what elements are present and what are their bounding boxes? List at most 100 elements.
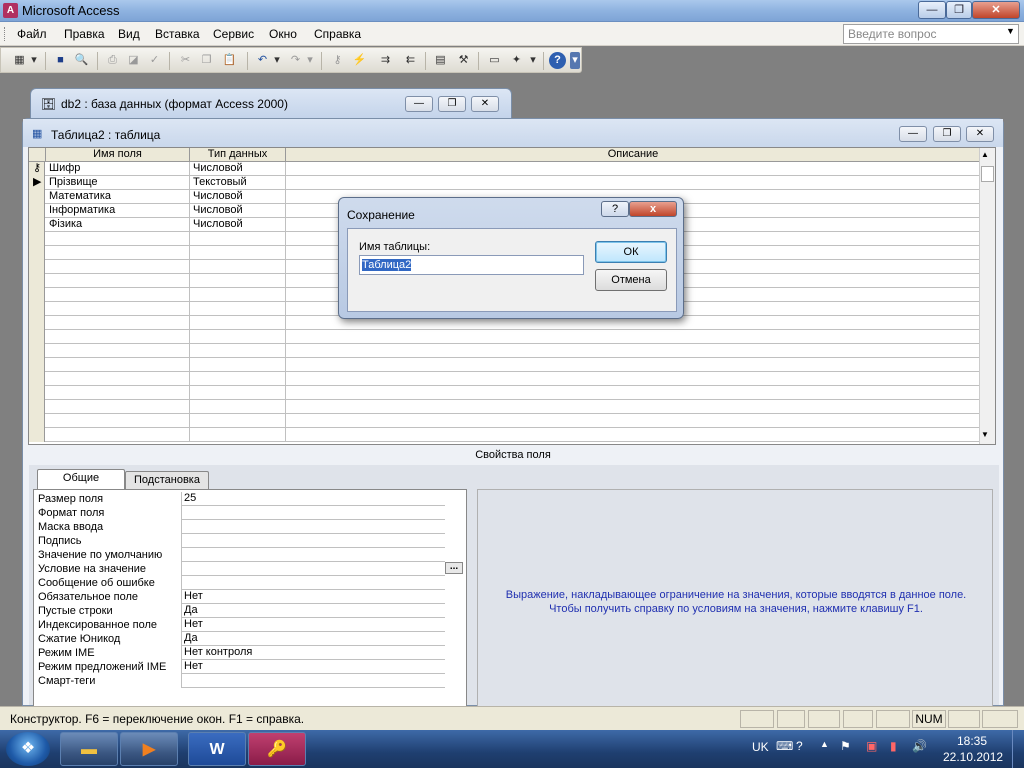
field-name-cell[interactable]	[46, 316, 190, 330]
menu-edit[interactable]: Правка	[64, 27, 105, 41]
grid-vertical-scrollbar[interactable]: ▲ ▼	[979, 148, 995, 444]
table-close-button[interactable]: ✕	[966, 126, 994, 142]
field-name-cell[interactable]	[46, 428, 190, 442]
save-icon[interactable]: ■	[52, 52, 69, 69]
help-tray-icon[interactable]: ?	[796, 739, 803, 753]
table-row[interactable]: ⚷ Шифр Числовой	[29, 162, 981, 176]
field-name-cell[interactable]: Фізика	[46, 218, 190, 232]
data-type-cell[interactable]	[190, 316, 286, 330]
field-name-cell[interactable]	[46, 330, 190, 344]
description-cell[interactable]	[286, 386, 981, 400]
field-name-cell[interactable]: Математика	[46, 190, 190, 204]
dialog-help-button[interactable]: ?	[601, 201, 629, 217]
row-selector[interactable]	[29, 414, 45, 428]
row-selector[interactable]	[29, 372, 45, 386]
clock-time[interactable]: 18:35	[957, 734, 987, 748]
scroll-up-icon[interactable]: ▲	[981, 150, 989, 159]
field-name-cell[interactable]	[46, 344, 190, 358]
undo-icon[interactable]: ↶	[254, 52, 271, 69]
data-type-cell[interactable]: Числовой	[190, 218, 286, 232]
data-type-cell[interactable]	[190, 246, 286, 260]
row-selector[interactable]	[29, 428, 45, 442]
redo-icon[interactable]: ↷	[287, 52, 304, 69]
row-selector[interactable]	[29, 316, 45, 330]
field-name-cell[interactable]	[46, 288, 190, 302]
data-type-cell[interactable]	[190, 386, 286, 400]
minimize-button[interactable]: —	[918, 1, 946, 19]
row-selector[interactable]	[29, 344, 45, 358]
description-cell[interactable]	[286, 428, 981, 442]
flag-icon[interactable]: ⚑	[840, 739, 851, 753]
field-name-cell[interactable]	[46, 302, 190, 316]
menu-view[interactable]: Вид	[118, 27, 140, 41]
row-selector[interactable]	[29, 288, 45, 302]
table-name-input[interactable]: Таблица2	[359, 255, 584, 275]
description-cell[interactable]	[286, 176, 981, 190]
table-restore-button[interactable]: ❐	[933, 126, 961, 142]
row-selector[interactable]	[29, 330, 45, 344]
property-value[interactable]	[181, 506, 445, 520]
field-name-cell[interactable]	[46, 414, 190, 428]
data-type-cell[interactable]: Числовой	[190, 162, 286, 176]
property-value[interactable]: Нет контроля	[181, 646, 445, 660]
explorer-taskbar-icon[interactable]: ▬	[60, 732, 118, 766]
property-value[interactable]: Нет	[181, 618, 445, 632]
data-type-cell[interactable]	[190, 344, 286, 358]
cancel-button[interactable]: Отмена	[595, 269, 667, 291]
property-value[interactable]	[181, 576, 445, 590]
spelling-icon[interactable]: ✓	[146, 52, 163, 69]
field-name-cell[interactable]	[46, 358, 190, 372]
access-taskbar-icon[interactable]: 🔑	[248, 732, 306, 766]
property-value[interactable]: Да	[181, 604, 445, 618]
ask-dropdown-arrow-icon[interactable]: ▼	[1006, 26, 1015, 36]
data-type-cell[interactable]	[190, 428, 286, 442]
copy-icon[interactable]: ❐	[198, 52, 215, 69]
property-value[interactable]: Да	[181, 632, 445, 646]
toolbar-options-icon[interactable]: ▾	[570, 52, 580, 69]
db-close-button[interactable]: ✕	[471, 96, 499, 112]
paste-icon[interactable]: 📋	[221, 52, 238, 69]
data-type-cell[interactable]	[190, 274, 286, 288]
column-header-description[interactable]: Описание	[286, 148, 981, 162]
data-type-cell[interactable]	[190, 302, 286, 316]
keyboard-icon[interactable]: ⌨	[776, 739, 793, 753]
row-selector[interactable]	[29, 246, 45, 260]
field-name-cell[interactable]: Прізвище	[46, 176, 190, 190]
row-selector[interactable]	[29, 260, 45, 274]
db-restore-button[interactable]: ❐	[438, 96, 466, 112]
description-cell[interactable]	[286, 372, 981, 386]
menu-grip[interactable]	[4, 27, 7, 41]
table-row[interactable]	[29, 344, 981, 358]
field-name-cell[interactable]	[46, 246, 190, 260]
field-name-cell[interactable]	[46, 372, 190, 386]
cut-icon[interactable]: ✂	[177, 52, 194, 69]
view-icon[interactable]: ▦	[11, 52, 28, 69]
network-icon[interactable]: ▣	[866, 739, 877, 753]
data-type-cell[interactable]	[190, 414, 286, 428]
description-cell[interactable]	[286, 400, 981, 414]
build-icon[interactable]: ⚒	[455, 52, 472, 69]
volume-icon[interactable]: 🔊	[912, 739, 927, 753]
property-value[interactable]	[181, 520, 445, 534]
new-object-dropdown-icon[interactable]: ▾	[528, 52, 538, 69]
row-selector[interactable]	[29, 232, 45, 246]
tray-expand-icon[interactable]: ▲	[820, 739, 829, 749]
menu-tools[interactable]: Сервис	[213, 27, 254, 41]
table-row[interactable]	[29, 400, 981, 414]
menu-window[interactable]: Окно	[269, 27, 297, 41]
show-desktop-button[interactable]	[1012, 730, 1024, 768]
scroll-down-icon[interactable]: ▼	[981, 430, 989, 439]
redo-dropdown-icon[interactable]: ▾	[305, 52, 315, 69]
data-type-cell[interactable]	[190, 260, 286, 274]
view-dropdown-icon[interactable]: ▾	[29, 52, 39, 69]
property-value[interactable]: 25	[181, 492, 445, 506]
media-player-taskbar-icon[interactable]: ▶	[120, 732, 178, 766]
insert-rows-icon[interactable]: ⇉	[377, 52, 394, 69]
data-type-cell[interactable]	[190, 400, 286, 414]
description-cell[interactable]	[286, 330, 981, 344]
undo-dropdown-icon[interactable]: ▾	[272, 52, 282, 69]
row-selector[interactable]	[29, 302, 45, 316]
table-row[interactable]: ▶ Прізвище Текстовый	[29, 176, 981, 190]
dialog-close-button[interactable]: x	[629, 201, 677, 217]
table-row[interactable]	[29, 372, 981, 386]
